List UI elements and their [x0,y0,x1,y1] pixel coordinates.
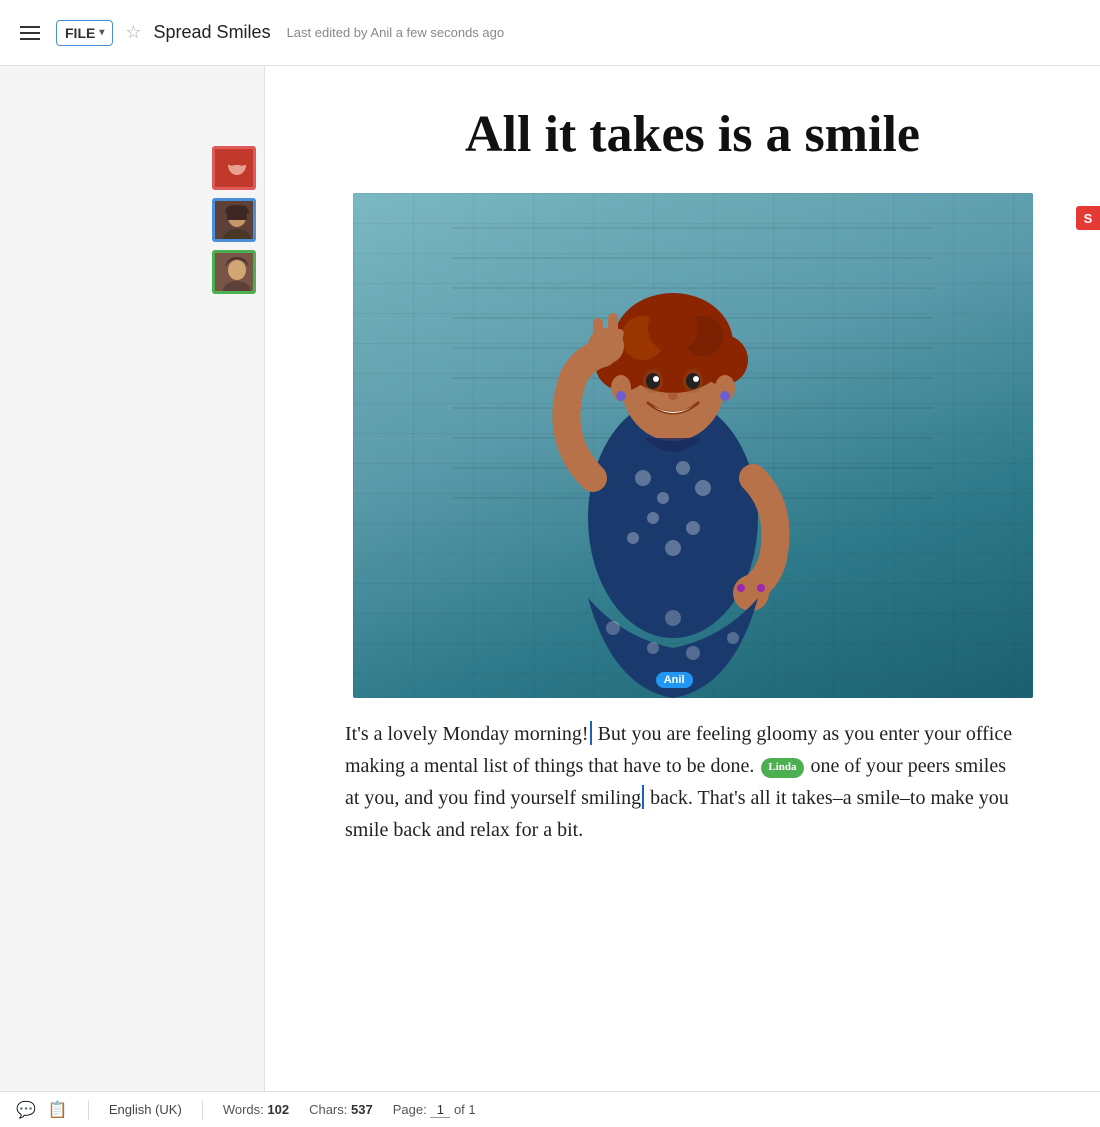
avatar-user1[interactable] [212,146,256,190]
last-edited-label: Last edited by Anil a few seconds ago [287,25,505,40]
header: FILE ▾ ☆ Spread Smiles Last edited by An… [0,0,1100,66]
page-number-input[interactable] [430,1102,450,1118]
page-of: of 1 [454,1102,476,1117]
document-body[interactable]: It's a lovely Monday morning! But you ar… [345,718,1025,846]
cursor-linda: Linda [761,758,803,778]
status-divider-1 [88,1100,89,1120]
s-badge: S [1076,206,1100,230]
avatar-user3[interactable] [212,250,256,294]
page-label: Page: [393,1102,427,1117]
page-info: Page: of 1 [393,1102,476,1118]
main-layout: S All it takes is a smile [0,66,1100,1091]
status-left-icons: 💬 📋 [16,1100,68,1120]
document-heading: All it takes is a smile [345,106,1040,163]
words-count: 102 [267,1102,289,1117]
body-text-1: It's a lovely Monday morning! [345,723,589,745]
hamburger-menu-button[interactable] [16,22,44,44]
status-divider-2 [202,1100,203,1120]
track-changes-icon[interactable]: 📋 [48,1100,68,1120]
status-bar: 💬 📋 English (UK) Words: 102 Chars: 537 P… [0,1091,1100,1127]
char-count: Chars: 537 [309,1102,373,1117]
chars-label: Chars: [309,1102,347,1117]
chevron-down-icon: ▾ [99,27,104,38]
avatar-user2[interactable] [212,198,256,242]
sidebar [0,66,265,1091]
words-label: Words: [223,1102,264,1117]
document-area[interactable]: S All it takes is a smile [265,66,1100,1091]
document-image: Anil [353,193,1033,698]
word-count: Words: 102 [223,1102,289,1117]
file-menu-button[interactable]: FILE ▾ [56,20,113,46]
comment-icon[interactable]: 💬 [16,1100,36,1120]
document-title[interactable]: Spread Smiles [154,22,271,43]
star-icon[interactable]: ☆ [125,22,141,43]
chars-count: 537 [351,1102,373,1117]
file-label: FILE [65,25,95,41]
cursor-anil: Anil [656,672,693,688]
collaborator-list [212,146,264,294]
language-selector[interactable]: English (UK) [109,1102,182,1117]
